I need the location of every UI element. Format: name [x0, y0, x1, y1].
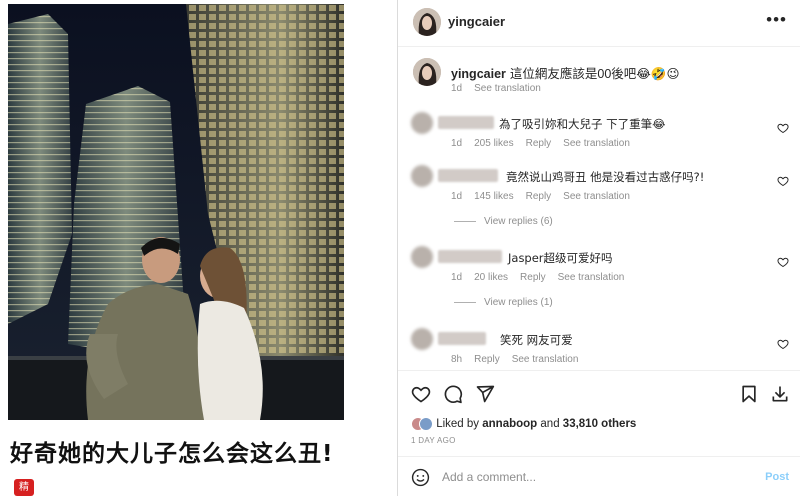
comment-meta: 8h Reply See translation — [451, 354, 590, 365]
post-date: 1 DAY AGO — [411, 436, 456, 445]
author-username[interactable]: yingcaier — [448, 14, 505, 29]
bookmark-save-icon[interactable] — [739, 384, 759, 404]
profile-photo-icon — [413, 8, 441, 36]
reply-button[interactable]: Reply — [474, 354, 500, 365]
commenter-avatar[interactable] — [411, 165, 433, 187]
see-translation-link[interactable]: See translation — [563, 138, 630, 149]
liked-by-label: Liked by — [436, 418, 480, 431]
see-translation-link[interactable]: See translation — [558, 272, 625, 283]
commenter-username-blurred — [438, 332, 486, 345]
like-heart-icon[interactable] — [411, 384, 431, 404]
comment-text: Jasper超级可爱好吗 — [508, 251, 613, 265]
view-replies-label: View replies (1) — [484, 297, 553, 308]
comment-likes[interactable]: 20 likes — [474, 272, 508, 283]
heart-icon[interactable] — [777, 256, 789, 268]
likes-count[interactable]: 33,810 others — [563, 418, 637, 430]
liker-username[interactable]: annaboop — [482, 418, 537, 430]
see-translation-link[interactable]: See translation — [563, 191, 630, 202]
commenter-username-blurred — [438, 250, 502, 263]
commenter-username-blurred — [438, 169, 498, 182]
comment-meta: 1d 20 likes Reply See translation — [451, 272, 636, 283]
comment-item: 笑死 网友可爱 8h Reply See translation — [398, 326, 800, 370]
view-replies-label: View replies (6) — [484, 216, 553, 227]
view-replies-button[interactable]: View replies (6) — [454, 216, 553, 227]
comment-meta: 1d 205 likes Reply See translation — [451, 138, 642, 149]
heart-icon[interactable] — [777, 122, 789, 134]
comment-item: Jasper超级可爱好吗 1d 20 likes Reply See translat… — [398, 244, 800, 288]
profile-photo-icon — [413, 58, 441, 86]
comments-panel: yingcaier ••• yingcaier 這位網友應該是00後吧😂🤣😉 1d… — [397, 0, 800, 496]
comment-time: 1d — [451, 83, 463, 94]
more-options-icon[interactable]: ••• — [766, 10, 787, 30]
see-translation-link[interactable]: See translation — [474, 83, 541, 94]
comment-item: 竟然说山鸡哥丑 他是没看过古惑仔吗?! 1d 145 likes Reply See … — [398, 163, 800, 207]
reply-button[interactable]: Reply — [526, 191, 552, 202]
emoji-icon[interactable] — [411, 468, 430, 487]
comment-meta: 1d 145 likes Reply See translation — [451, 191, 642, 202]
comment-text: 竟然说山鸡哥丑 他是没看过古惑仔吗?! — [506, 170, 705, 184]
see-translation-link[interactable]: See translation — [512, 354, 579, 365]
night-skyscraper-photo — [8, 4, 344, 420]
replies-divider — [454, 220, 476, 222]
featured-badge: 精 — [14, 479, 34, 496]
comment-likes[interactable]: 145 likes — [474, 191, 513, 202]
commenter-avatar[interactable] — [411, 328, 433, 350]
commenter-username-blurred — [438, 116, 494, 129]
commenter-avatar[interactable] — [411, 246, 433, 268]
post-actions-bar — [398, 370, 800, 416]
post-header: yingcaier ••• — [398, 0, 800, 47]
heart-icon[interactable] — [777, 175, 789, 187]
image-caption: 好奇她的大儿子怎么会这么丑! — [10, 441, 334, 467]
replies-divider — [454, 301, 476, 303]
comment-time: 1d — [451, 191, 463, 202]
owner-comment-meta: 1d See translation — [451, 83, 553, 94]
owner-avatar[interactable] — [413, 58, 441, 86]
owner-comment-body: 這位網友應該是00後吧😂🤣😉 — [509, 67, 680, 81]
download-icon[interactable] — [770, 384, 790, 404]
comment-item: 為了吸引妳和大兒子 下了重筆😂 1d 205 likes Reply See tran… — [398, 110, 800, 154]
heart-icon[interactable] — [777, 338, 789, 350]
view-replies-button[interactable]: View replies (1) — [454, 297, 553, 308]
likes-summary: Liked by annaboop and 33,810 others — [411, 417, 636, 431]
liked-and-label: and — [540, 418, 560, 431]
add-comment-bar: Post — [398, 456, 800, 496]
reply-button[interactable]: Reply — [526, 138, 552, 149]
post-comment-button[interactable]: Post — [765, 471, 789, 483]
comment-time: 1d — [451, 138, 463, 149]
post-media-panel: 好奇她的大儿子怎么会这么丑! 精 — [0, 0, 392, 496]
comment-time: 1d — [451, 272, 463, 283]
comment-text: 笑死 网友可爱 — [500, 333, 573, 347]
reply-button[interactable]: Reply — [520, 272, 546, 283]
owner-username[interactable]: yingcaier — [451, 67, 506, 81]
comment-likes[interactable]: 205 likes — [474, 138, 513, 149]
post-photo[interactable] — [8, 4, 344, 420]
liker-avatar — [419, 417, 433, 431]
comment-text: 為了吸引妳和大兒子 下了重筆😂 — [499, 117, 666, 131]
add-comment-input[interactable] — [442, 466, 742, 488]
owner-comment-text: yingcaier 這位網友應該是00後吧😂🤣😉 — [451, 63, 680, 82]
commenter-avatar[interactable] — [411, 112, 433, 134]
comment-time: 8h — [451, 354, 463, 365]
share-send-icon[interactable] — [475, 384, 495, 404]
comment-bubble-icon[interactable] — [443, 384, 463, 404]
author-avatar[interactable] — [413, 8, 441, 36]
